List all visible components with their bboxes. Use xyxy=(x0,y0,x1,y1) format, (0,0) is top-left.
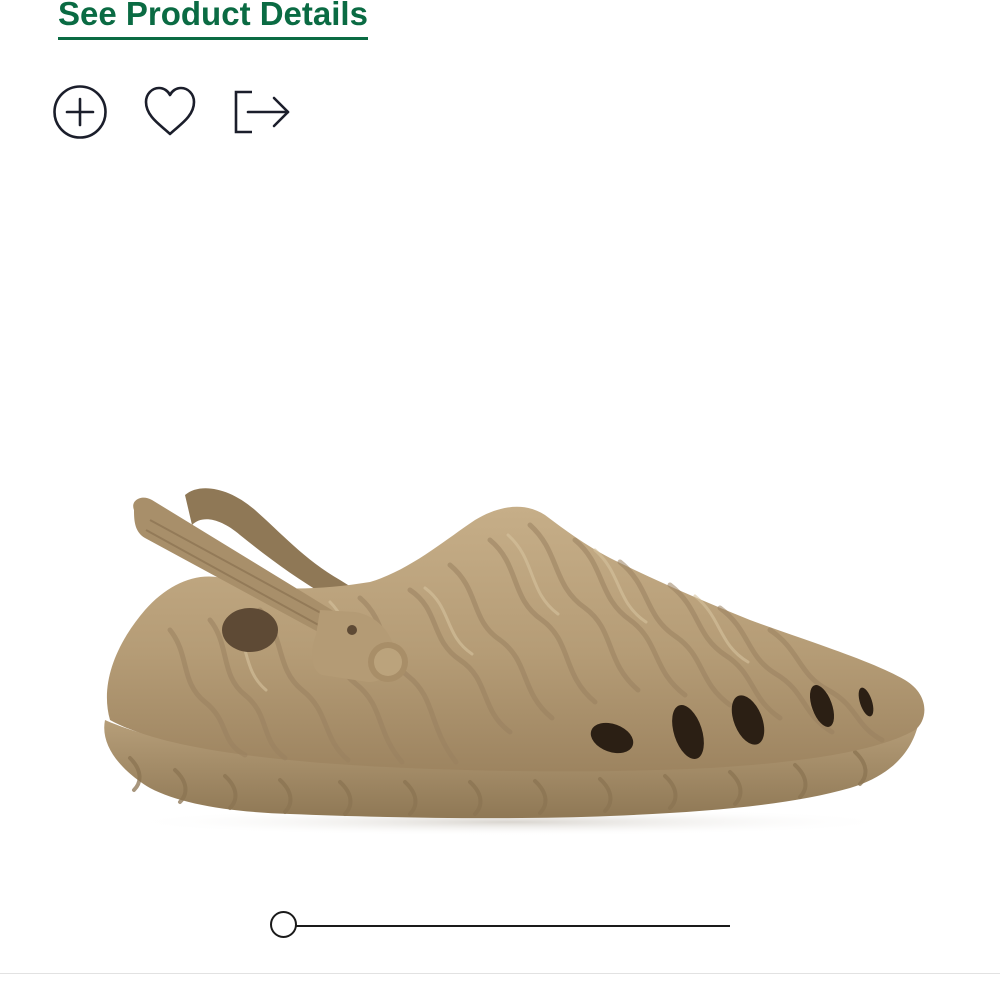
share-button[interactable] xyxy=(230,80,294,144)
image-rotation-slider[interactable] xyxy=(268,906,734,946)
section-divider xyxy=(0,973,1000,974)
clog-shoe-image xyxy=(104,488,925,836)
see-product-details-link[interactable]: See Product Details xyxy=(58,0,368,40)
add-to-favorites-button[interactable] xyxy=(138,80,202,144)
slider-track[interactable] xyxy=(284,925,730,927)
heart-icon xyxy=(144,86,196,136)
slider-thumb[interactable] xyxy=(270,911,297,938)
plus-circle-icon xyxy=(53,85,107,139)
share-icon xyxy=(234,90,290,134)
product-image[interactable] xyxy=(90,470,930,850)
add-to-portfolio-button[interactable] xyxy=(48,80,112,144)
product-action-row xyxy=(48,80,308,144)
